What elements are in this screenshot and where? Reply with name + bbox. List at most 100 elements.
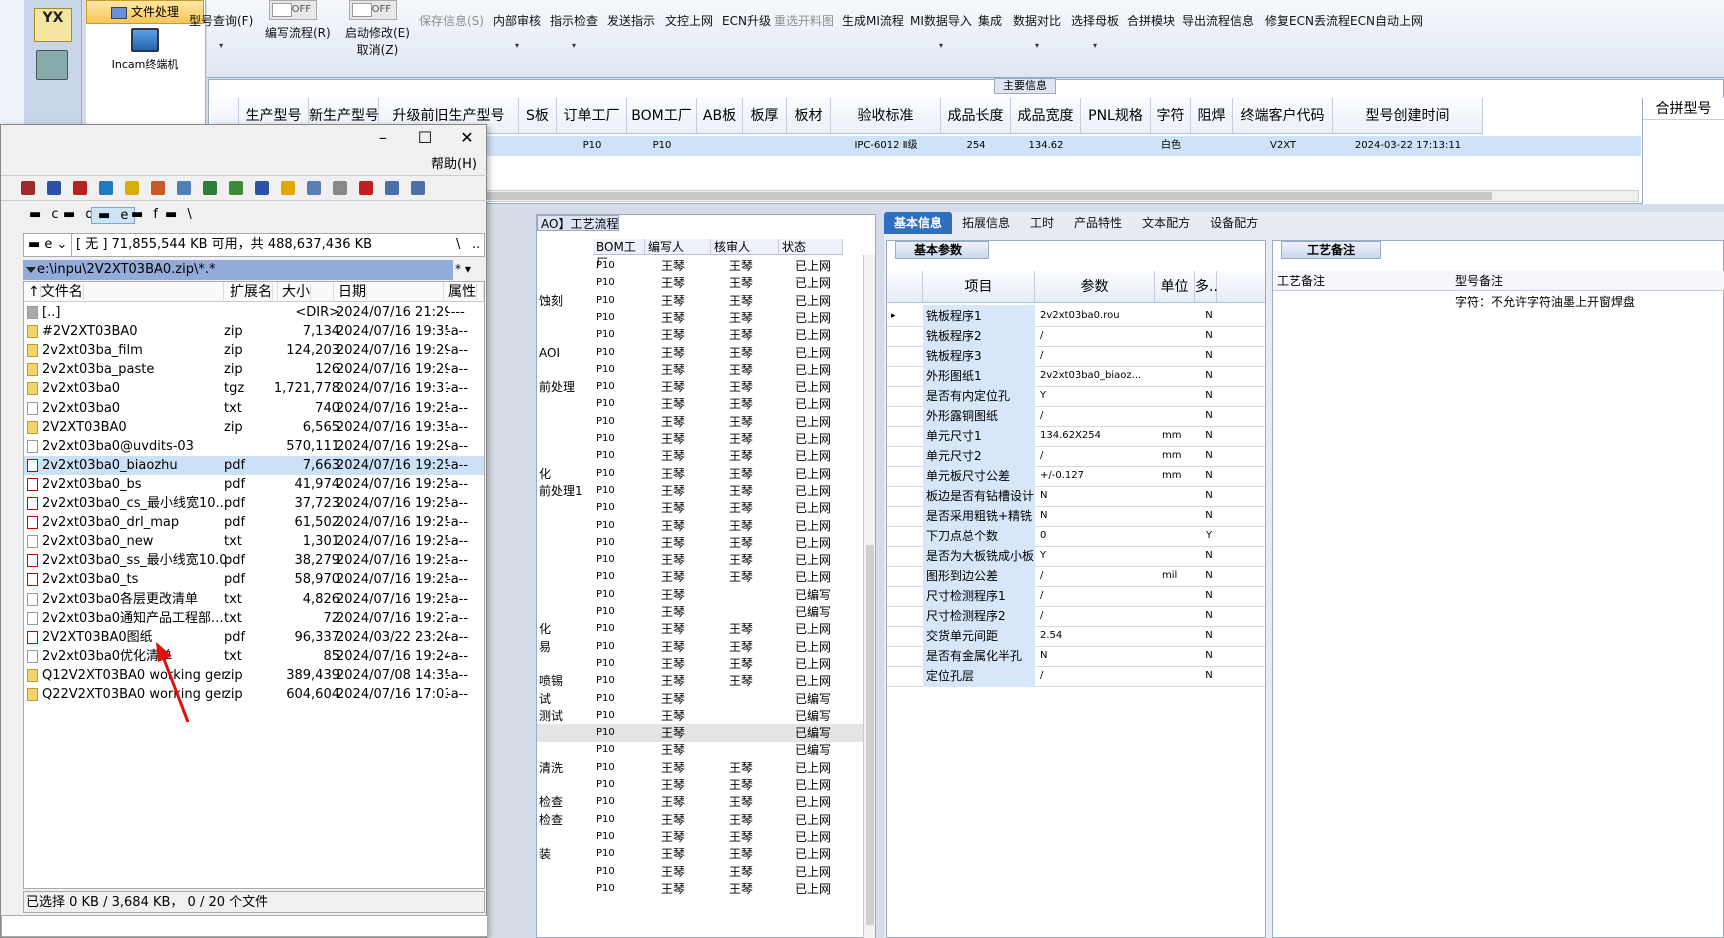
file-row[interactable]: 2v2xt03ba_film zip 124,203 2024/07/16 19:29… <box>24 341 484 360</box>
param-row[interactable]: 是否有内定位孔 Y N <box>887 385 1265 407</box>
process-row[interactable]: P10 王琴 王琴 已上网 <box>537 863 875 881</box>
incam-terminal-item[interactable]: Incam终端机 <box>86 28 204 72</box>
column-header[interactable]: BOM工厂 <box>627 98 697 133</box>
ribbon-button-6[interactable]: 发送指示 <box>607 12 655 29</box>
cell[interactable] <box>519 136 557 156</box>
param-value[interactable]: / <box>1037 345 1155 367</box>
cell[interactable] <box>1191 136 1233 156</box>
help-menu[interactable]: 帮助(H) <box>431 153 477 172</box>
toolbar-icon-9[interactable] <box>255 181 269 195</box>
tab-4[interactable]: 文本配方 <box>1132 212 1200 234</box>
process-row[interactable]: 蚀刻 P10 王琴 王琴 已上网 <box>537 292 875 310</box>
param-row[interactable]: 尺寸检测程序2/ N <box>887 605 1265 627</box>
param-row[interactable]: 尺寸检测程序1/ N <box>887 585 1265 607</box>
param-value[interactable]: Y <box>1037 385 1155 407</box>
param-row[interactable]: 单元尺寸2/ mm N <box>887 445 1265 467</box>
scroll-thumb[interactable] <box>866 545 874 925</box>
cell[interactable]: P10 <box>557 136 627 156</box>
toolbar-icon-4[interactable] <box>125 181 139 195</box>
current-path[interactable]: e:\inpu\2V2XT03BA0.zip\*.* <box>23 260 453 280</box>
cell[interactable]: P10 <box>627 136 697 156</box>
param-column-header[interactable]: 单位 <box>1155 271 1195 302</box>
module-calculator-icon[interactable] <box>36 50 68 80</box>
process-row[interactable]: P10 王琴 王琴 已上网 <box>537 551 875 569</box>
file-row[interactable]: 2v2xt03ba0 txt 740 2024/07/16 19:25 -a-- <box>24 399 484 418</box>
process-row[interactable]: P10 王琴 王琴 已上网 <box>537 568 875 586</box>
toolbar-icon-3[interactable] <box>99 181 113 195</box>
backslash-button[interactable]: \ <box>456 234 460 256</box>
process-row[interactable]: P10 王琴 王琴 已上网 <box>537 828 875 846</box>
ribbon-button-14[interactable]: 选择母板 ▾ <box>1071 12 1119 53</box>
column-header[interactable]: 板厚 <box>743 98 787 133</box>
process-row[interactable]: P10 王琴 王琴 已上网 <box>537 413 875 431</box>
start-modify-toggle[interactable]: OFF <box>349 0 397 20</box>
file-row[interactable]: 2v2xt03ba0@uvdits-03 570,111 2024/07/16 19… <box>24 437 484 456</box>
param-value[interactable]: N <box>1037 485 1155 507</box>
tab-0[interactable]: 基本信息 <box>884 212 953 234</box>
cell[interactable]: IPC-6012 Ⅱ级 <box>831 136 941 156</box>
file-row[interactable]: Q22V2XT03BA0 working ger... zip 604,604 202… <box>24 685 484 704</box>
ribbon-button-16[interactable]: 导出流程信息 <box>1182 12 1254 29</box>
file-row[interactable]: 2v2xt03ba0_bs pdf 41,974 2024/07/16 19:25 -a… <box>24 475 484 494</box>
param-value[interactable]: / <box>1037 665 1155 687</box>
tab-3[interactable]: 产品特性 <box>1064 212 1132 234</box>
toolbar-icon-13[interactable] <box>359 181 373 195</box>
file-row[interactable]: 2v2xt03ba0_ts pdf 58,970 2024/07/16 19:25 -a… <box>24 570 484 589</box>
tab-craft-notes[interactable]: 工艺备注 <box>1281 241 1381 259</box>
edit-flow-toggle[interactable]: OFF <box>269 0 317 20</box>
cell[interactable]: 134.62 <box>1011 136 1081 156</box>
file-row[interactable]: 2V2XT03BA0图纸 pdf 96,337 2024/03/22 23:20 -a-… <box>24 628 484 647</box>
param-row[interactable]: 铣板程序3/ N <box>887 345 1265 367</box>
updir-button[interactable]: .. <box>472 234 480 256</box>
process-row[interactable]: 测试 P10 王琴 已编写 <box>537 707 875 725</box>
process-row[interactable]: 试 P10 王琴 已编写 <box>537 690 875 708</box>
ribbon-button-7[interactable]: 文控上网 <box>665 12 713 29</box>
file-row[interactable]: Q12V2XT03BA0 working ger... zip 389,439 202… <box>24 666 484 685</box>
process-row[interactable]: 喷锡 P10 王琴 王琴 已上网 <box>537 672 875 690</box>
ribbon-button-18[interactable]: ECN自动上网 <box>1350 12 1423 29</box>
cell[interactable] <box>697 136 743 156</box>
column-header[interactable]: 终端客户代码 <box>1233 98 1333 133</box>
cell[interactable] <box>787 136 831 156</box>
process-row[interactable]: P10 王琴 王琴 已上网 <box>537 534 875 552</box>
param-row[interactable]: 定位孔层 / N <box>887 665 1265 687</box>
column-header[interactable]: S板 <box>519 98 557 133</box>
process-column-header[interactable]: BOM工厂 <box>593 239 645 270</box>
process-row[interactable]: P10 王琴 王琴 已上网 <box>537 517 875 535</box>
file-column-header[interactable]: 大小 <box>278 282 334 302</box>
param-value[interactable]: 2.54 <box>1037 625 1155 647</box>
process-row[interactable]: P10 王琴 王琴 已上网 <box>537 499 875 517</box>
param-column-header[interactable]: 多.. <box>1195 271 1218 302</box>
tab-5[interactable]: 设备配方 <box>1200 212 1268 234</box>
toolbar-icon-1[interactable] <box>47 181 61 195</box>
drive-4[interactable]: ▬ \ <box>159 207 198 222</box>
cell[interactable]: V2XT <box>1233 136 1333 156</box>
param-value[interactable]: N <box>1037 645 1155 667</box>
param-row[interactable]: 单元板尺寸公差 +/-0.127 mm N <box>887 465 1265 487</box>
param-row[interactable]: 图形到边公差 / mil N <box>887 565 1265 587</box>
process-column-header[interactable]: 编写人 <box>645 239 711 254</box>
ribbon-button-15[interactable]: 合拼模块 <box>1127 12 1175 29</box>
param-value[interactable]: 2v2xt03ba0_biaoz... <box>1037 365 1155 387</box>
process-row[interactable]: P10 王琴 已编写 <box>537 586 875 604</box>
param-row[interactable]: 交货单元间距 2.54 N <box>887 625 1265 647</box>
file-row[interactable]: 2v2xt03ba0 tgz 1,721,778 2024/07/16 19:31 -a… <box>24 379 484 398</box>
process-row[interactable]: P10 王琴 王琴 已上网 <box>537 880 875 898</box>
toolbar-icon-12[interactable] <box>333 181 347 195</box>
param-value[interactable]: +/-0.127 <box>1037 465 1155 487</box>
param-row[interactable]: ▸ 铣板程序1 2v2xt03ba0.rou N <box>887 305 1265 327</box>
param-column-header[interactable]: 参数 <box>1035 271 1155 302</box>
param-value[interactable]: / <box>1037 605 1155 627</box>
process-row[interactable]: P10 王琴 王琴 已上网 <box>537 395 875 413</box>
file-row[interactable]: 2v2xt03ba0_new txt 1,301 2024/07/16 19:25 -a… <box>24 532 484 551</box>
file-process-header[interactable]: 文件处理 <box>86 0 204 24</box>
process-row[interactable]: 化 P10 王琴 王琴 已上网 <box>537 620 875 638</box>
process-row[interactable]: 前处理1 P10 王琴 王琴 已上网 <box>537 482 875 500</box>
file-row[interactable]: 2v2xt03ba0_ss_最小线宽10.0... pdf 38,279 2024/0… <box>24 551 484 570</box>
maximize-button[interactable]: ☐ <box>405 127 445 149</box>
file-column-header[interactable]: 日期 <box>334 282 444 302</box>
ribbon-button-0[interactable]: 型号查询(F) ▾ <box>189 12 253 53</box>
minimize-button[interactable]: – <box>363 127 403 149</box>
toolbar-icon-14[interactable] <box>385 181 399 195</box>
tab-basic-params[interactable]: 基本参数 <box>895 241 989 259</box>
